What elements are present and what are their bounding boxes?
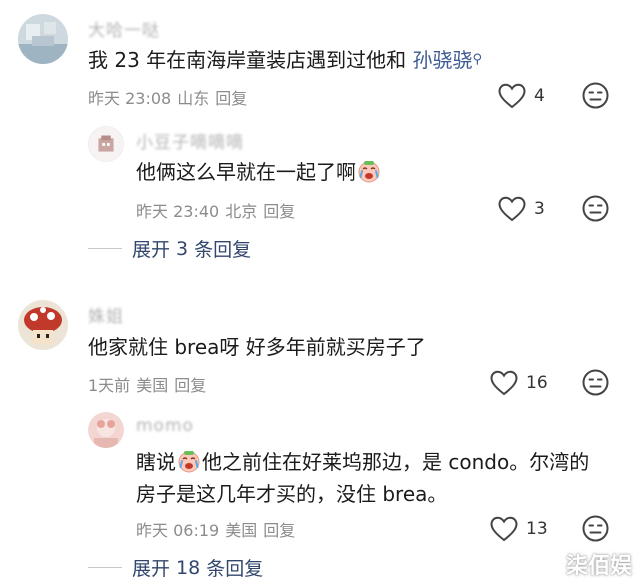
meh-face-icon [582, 195, 609, 222]
reply-button[interactable]: 回复 [174, 376, 206, 395]
like-button[interactable]: 3 [498, 196, 545, 222]
mention-link[interactable]: 孙骁骁⚲ [413, 48, 483, 72]
like-count: 3 [534, 199, 545, 219]
comment-text: 他家就住 brea呀 好多年前就买房子了 [88, 335, 426, 359]
like-count: 13 [526, 519, 548, 539]
avatar[interactable] [88, 126, 124, 162]
dislike-button[interactable] [582, 515, 609, 542]
like-count: 4 [534, 86, 545, 106]
comment-text-part: 瞎说 [136, 450, 176, 474]
username[interactable]: 小豆子嘀嘀嘀 [136, 128, 244, 153]
like-button[interactable]: 16 [490, 370, 548, 396]
heart-icon [490, 370, 518, 396]
comment-text: 他俩这么早就在一起了啊 [136, 158, 382, 186]
timestamp: 昨天 23:40 [136, 202, 220, 221]
timestamp: 昨天 23:08 [88, 89, 172, 108]
location: 山东 [177, 89, 210, 108]
reply-count[interactable]: 3 [176, 238, 188, 260]
divider-line [88, 248, 122, 249]
dislike-button[interactable] [582, 82, 609, 109]
meh-face-icon [582, 515, 609, 542]
comment-meta: 昨天 23:40 北京 回复 [136, 198, 301, 222]
heart-icon [490, 516, 518, 542]
meh-face-icon [582, 369, 609, 396]
comment-meta: 1天前 美国 回复 [88, 372, 212, 396]
dislike-button[interactable] [582, 369, 609, 396]
comment-text: 瞎说 他之前住在好莱坞那边，是 condo。尔湾的 [136, 448, 589, 476]
heart-icon [498, 83, 526, 109]
crying-face-icon [357, 159, 381, 183]
expand-suffix[interactable]: 条回复 [194, 235, 251, 262]
avatar[interactable] [18, 300, 68, 350]
like-count: 16 [526, 373, 548, 393]
location: 美国 [225, 521, 258, 540]
reply-count[interactable]: 18 [176, 557, 200, 579]
like-button[interactable]: 4 [498, 83, 545, 109]
comment-text-part: 我 23 年在南海岸童装店遇到过他和 [88, 48, 413, 72]
crying-face-icon [177, 449, 201, 473]
comment-text: 我 23 年在南海岸童装店遇到过他和 孙骁骁⚲ [88, 46, 482, 74]
expand-suffix[interactable]: 条回复 [206, 554, 263, 581]
timestamp: 1天前 [88, 376, 131, 395]
reply-button[interactable]: 回复 [263, 202, 295, 221]
watermark: 柒佰娱 [565, 554, 632, 579]
meh-face-icon [582, 82, 609, 109]
search-icon: ⚲ [472, 52, 483, 67]
avatar[interactable] [88, 412, 124, 448]
username[interactable]: momo [136, 416, 194, 436]
expand-label[interactable]: 展开 [132, 235, 170, 262]
expand-replies-button[interactable]: 展开 18 条回复 [88, 554, 263, 581]
dislike-button[interactable] [582, 195, 609, 222]
mention-name[interactable]: 孙骁骁 [413, 48, 473, 72]
comment-meta: 昨天 23:08 山东 回复 [88, 85, 253, 109]
comment-text-line-2: 房子是这几年才买的，没住 brea。 [136, 482, 448, 506]
timestamp: 昨天 06:19 [136, 521, 220, 540]
expand-replies-button[interactable]: 展开 3 条回复 [88, 235, 251, 262]
reply-button[interactable]: 回复 [215, 89, 247, 108]
expand-label[interactable]: 展开 [132, 554, 170, 581]
location: 美国 [136, 376, 169, 395]
username[interactable]: 姝姐 [88, 302, 124, 327]
username[interactable]: 大哈一哒 [88, 16, 160, 41]
comment-text-part: 他之前住在好莱坞那边，是 condo。尔湾的 [202, 450, 590, 474]
heart-icon [498, 196, 526, 222]
divider-line [88, 567, 122, 568]
location: 北京 [225, 202, 258, 221]
avatar[interactable] [18, 14, 68, 64]
comment-meta: 昨天 06:19 美国 回复 [136, 517, 301, 541]
reply-button[interactable]: 回复 [263, 521, 295, 540]
like-button[interactable]: 13 [490, 516, 548, 542]
comment-text-part: 他俩这么早就在一起了啊 [136, 160, 356, 184]
